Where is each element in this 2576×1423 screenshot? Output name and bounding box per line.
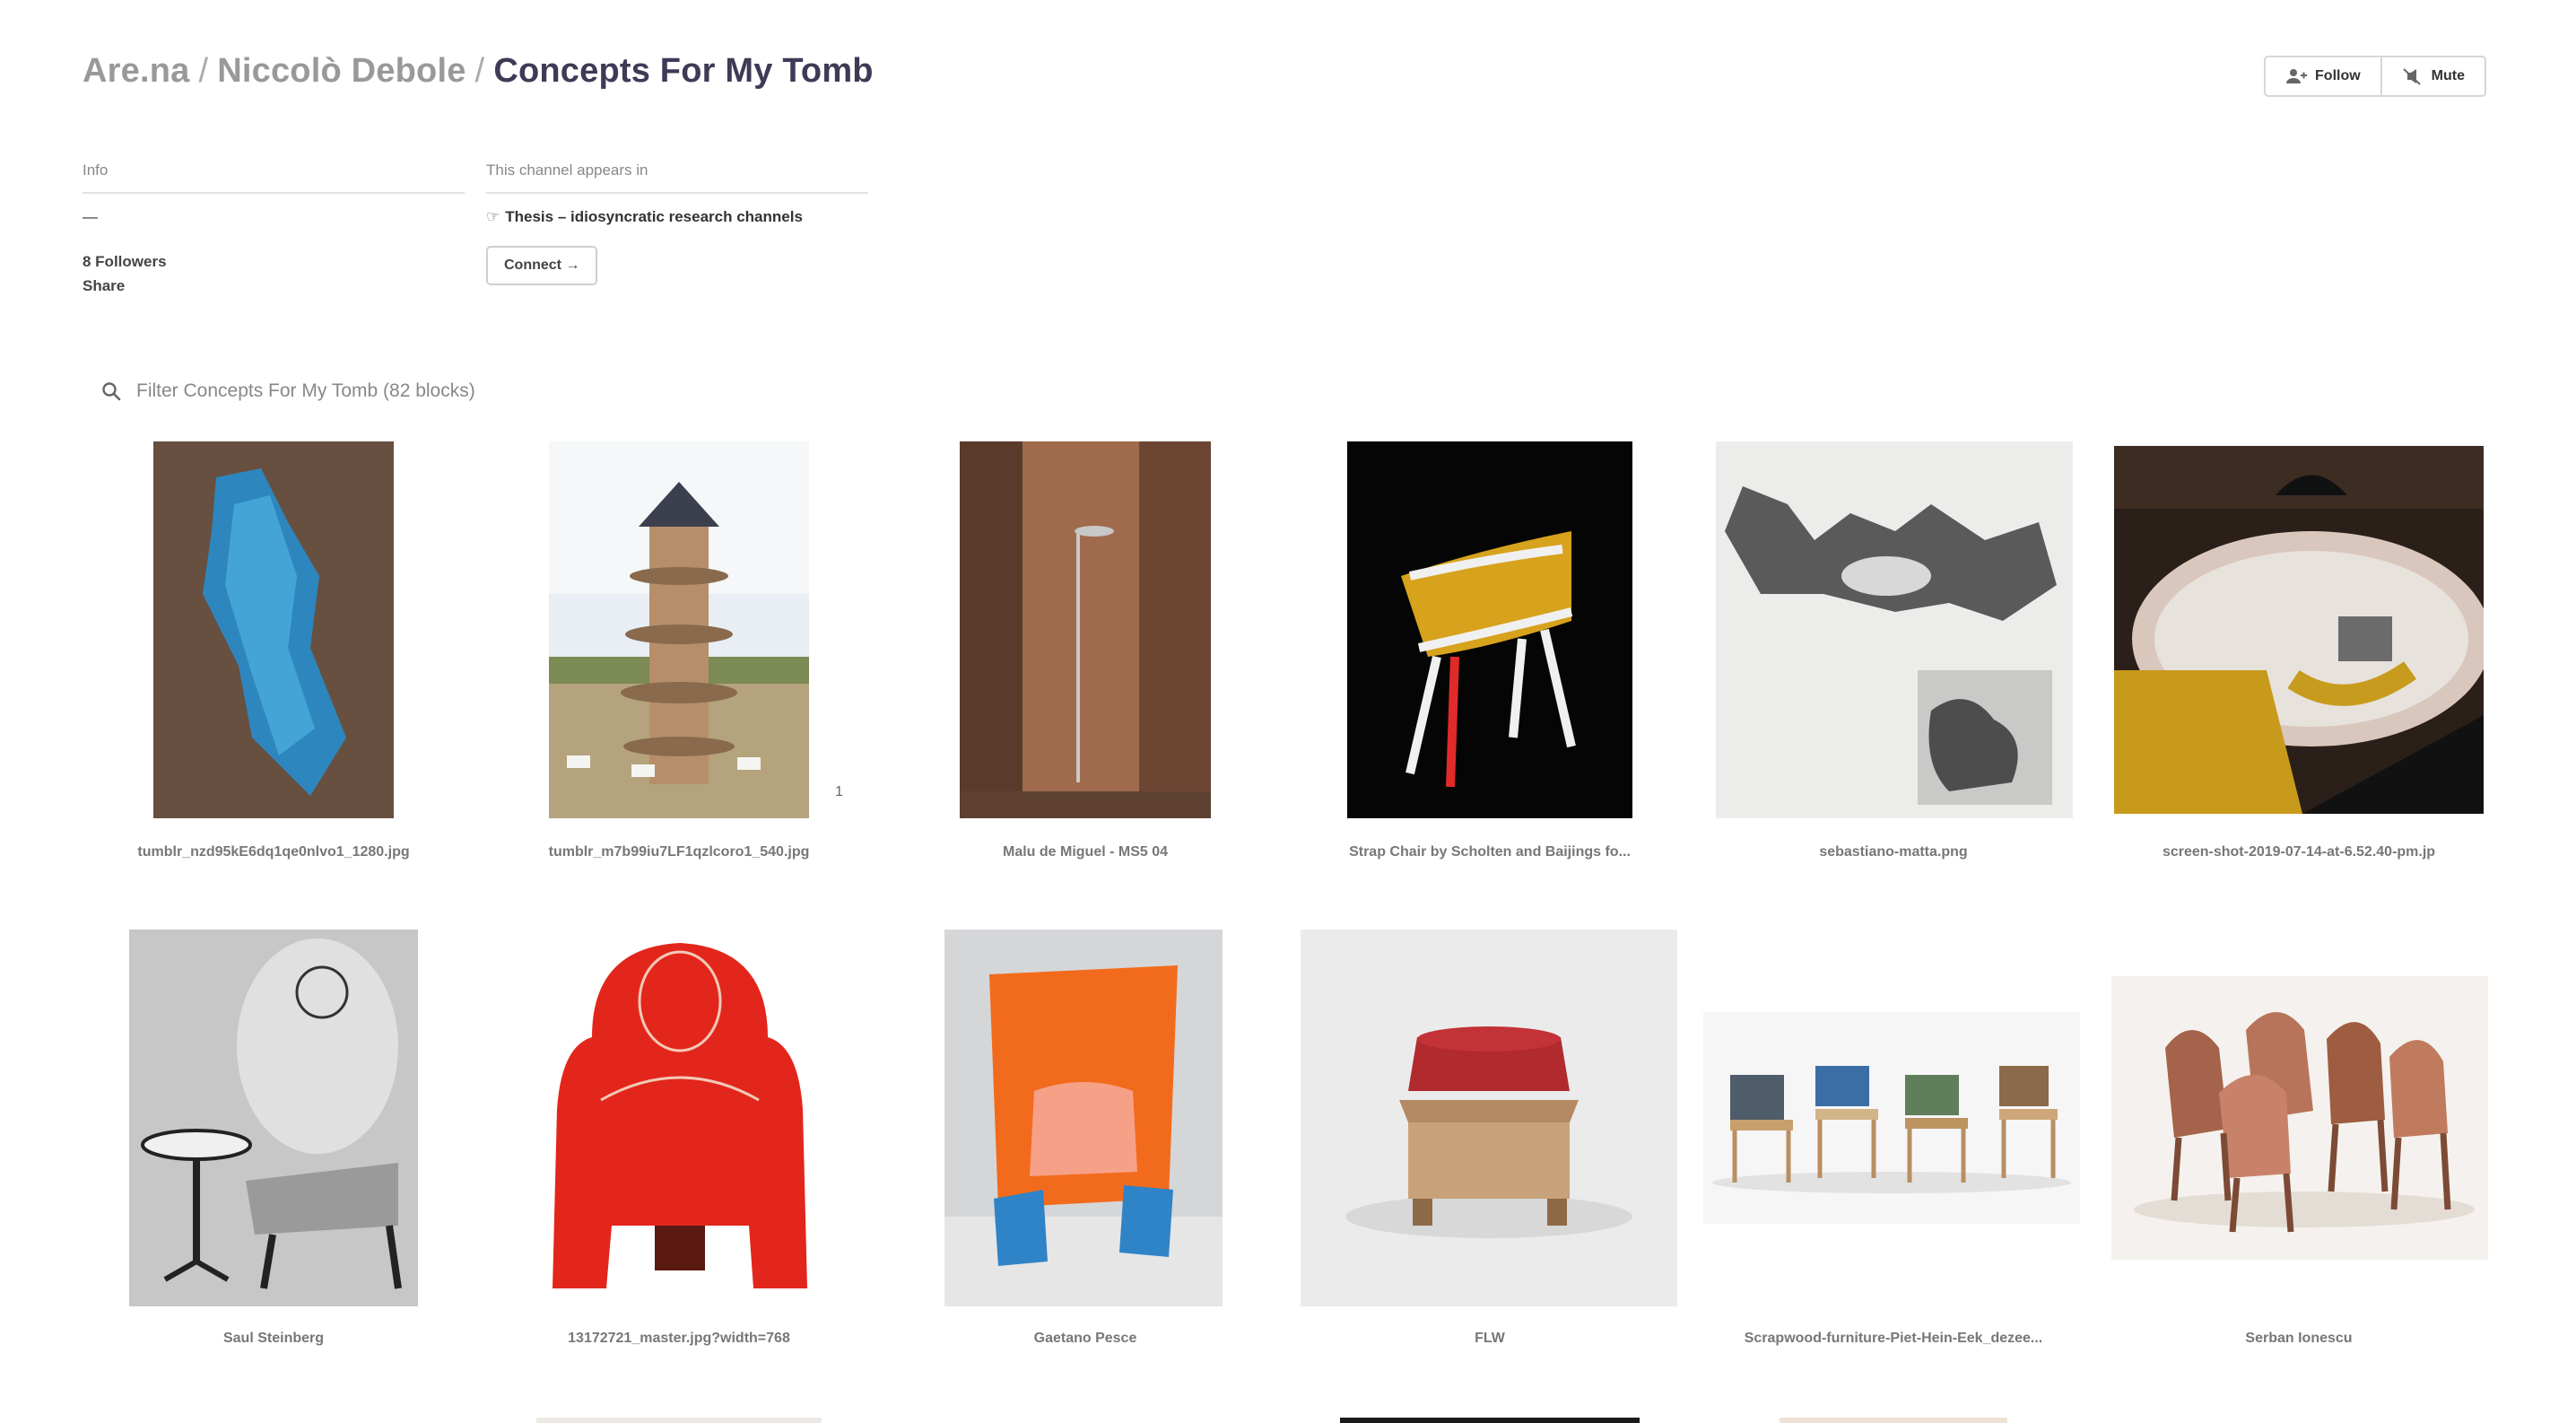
block-title: FLW (1475, 1331, 1505, 1346)
info-label: Info (83, 162, 465, 194)
breadcrumb-separator: / (198, 52, 209, 90)
block-title: tumblr_nzd95kE6dq1qe0nlvo1_1280.jpg (137, 844, 410, 860)
block-connection-count: 1 (835, 784, 843, 799)
block-title: Strap Chair by Scholten and Baijings fo.… (1349, 844, 1631, 860)
follow-button[interactable]: Follow (2266, 57, 2380, 95)
share-link[interactable]: Share (83, 277, 465, 295)
block-image-matta-sofa[interactable] (1716, 441, 2073, 818)
block-image-strap-chair[interactable] (1347, 441, 1632, 818)
block-title: Scrapwood-furniture-Piet-Hein-Eek_dezee.… (1744, 1331, 2043, 1346)
block-title: 13172721_master.jpg?width=768 (568, 1331, 790, 1346)
mute-label: Mute (2431, 68, 2465, 83)
block-image-partial[interactable] (536, 1418, 822, 1423)
followers-link[interactable]: 8 Followers (83, 253, 465, 271)
breadcrumb-site-link[interactable]: Are.na (83, 52, 189, 90)
search-icon (102, 382, 121, 401)
block-image-red-figure-chair[interactable] (529, 930, 831, 1306)
follow-label: Follow (2315, 68, 2361, 83)
block-title: Serban Ionescu (2245, 1331, 2353, 1346)
block-title: sebastiano-matta.png (1819, 844, 1968, 860)
filter-bar (100, 380, 944, 402)
block-image-scrapwood-chairs[interactable] (1703, 1012, 2080, 1224)
block-image-pool[interactable] (153, 441, 394, 818)
connected-channel-title: Thesis – idiosyncratic research channels (505, 208, 803, 225)
block-image-brick-shower[interactable] (960, 441, 1211, 818)
block-title: Saul Steinberg (222, 1331, 325, 1346)
block-title: screen-shot-2019-07-14-at-6.52.40-pm.jp (2162, 844, 2436, 860)
pointing-hand-icon: ☞ (486, 208, 500, 225)
breadcrumb-user-link[interactable]: Niccolò Debole (217, 52, 466, 90)
block-title: Gaetano Pesce (1033, 1331, 1137, 1346)
appears-in-label: This channel appears in (486, 162, 868, 194)
mute-button[interactable]: Mute (2380, 57, 2485, 95)
block-image-flw-stool[interactable] (1301, 930, 1677, 1306)
block-image-partial[interactable] (1780, 1418, 2007, 1423)
channel-actions: Follow Mute (2264, 56, 2486, 97)
block-image-partial[interactable] (1340, 1418, 1640, 1423)
mute-icon (2402, 68, 2421, 85)
add-user-icon (2286, 69, 2308, 83)
connected-channel-link[interactable]: ☞ Thesis – idiosyncratic research channel… (486, 208, 868, 226)
channel-description: — (83, 208, 98, 225)
page-title[interactable]: Concepts For My Tomb (493, 52, 873, 90)
block-image-pesce-chair[interactable] (944, 930, 1223, 1306)
block-title: Malu de Miguel - MS5 04 (1002, 844, 1169, 860)
block-image-steinberg-chair[interactable] (129, 930, 418, 1306)
block-title: tumblr_m7b99iu7LF1qzlcoro1_540.jpg (548, 844, 810, 860)
appears-in-panel: This channel appears in ☞ Thesis – idiosy… (486, 162, 868, 285)
block-image-goat-tower[interactable] (549, 441, 809, 818)
block-image-retro-interior[interactable] (2114, 446, 2484, 814)
breadcrumb-separator: / (474, 52, 485, 90)
block-image-ionescu-chairs[interactable] (2111, 976, 2488, 1260)
connect-button[interactable]: Connect → (486, 246, 598, 285)
filter-input[interactable] (136, 380, 944, 402)
info-panel: Info — 8 Followers Share (83, 162, 465, 295)
breadcrumb: Are.na / Niccolò Debole / Concepts For My To… (83, 52, 874, 91)
